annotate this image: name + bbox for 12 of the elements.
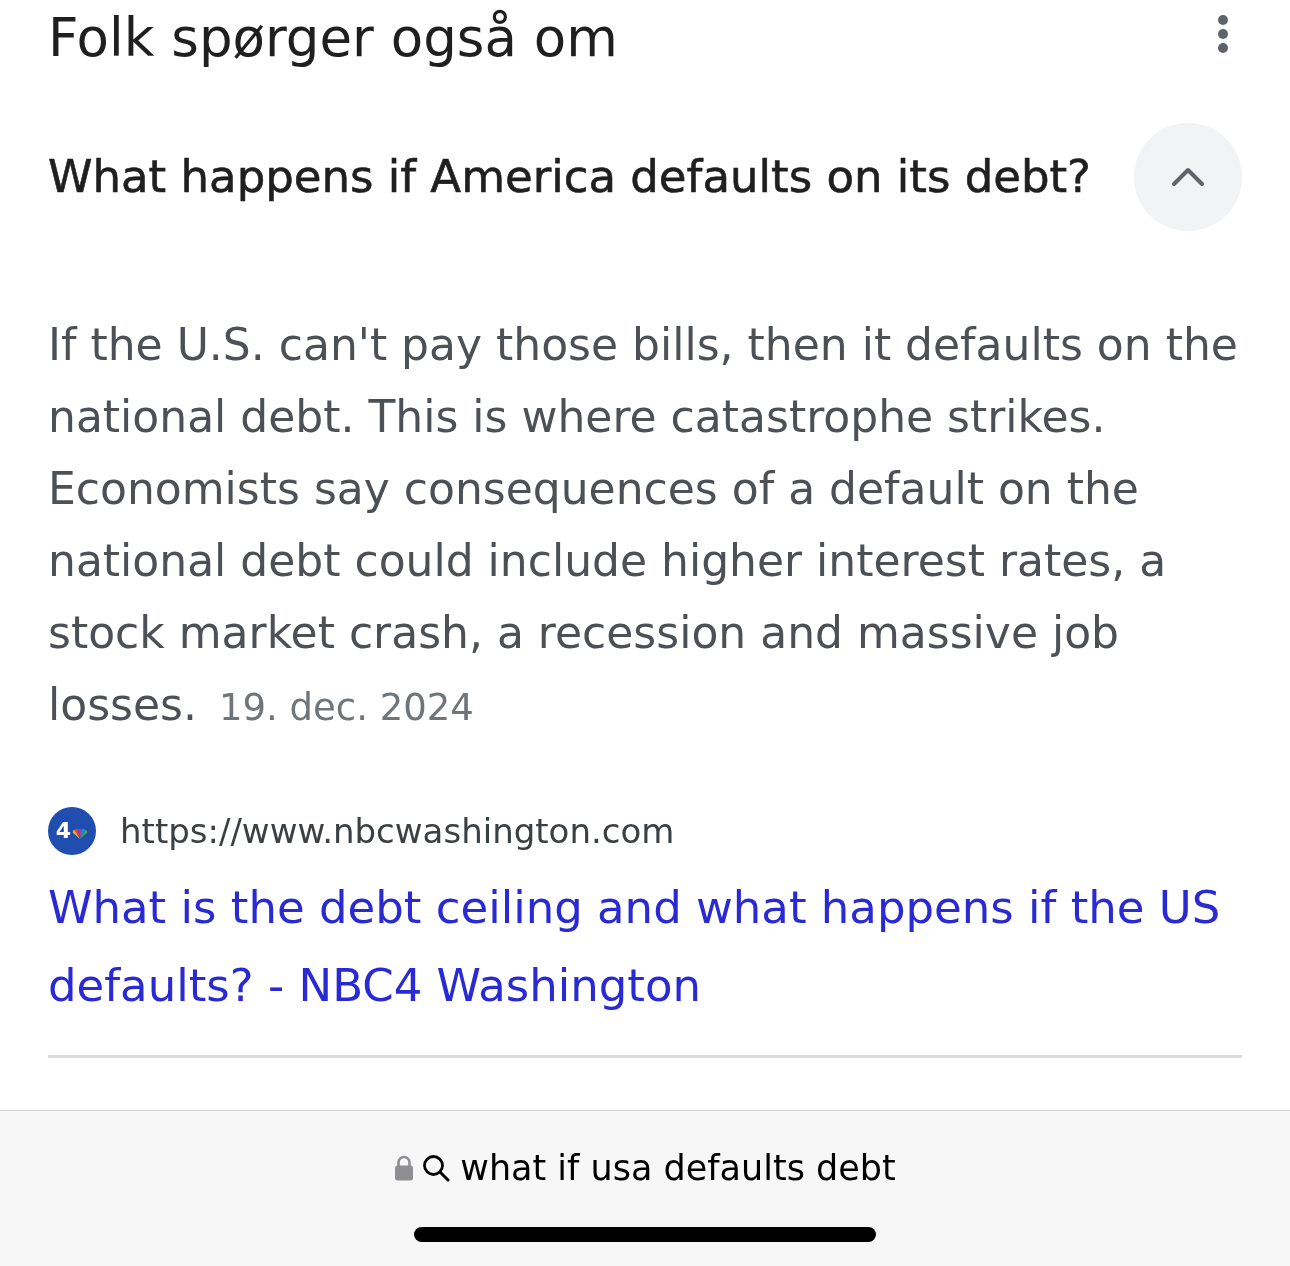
result-link[interactable]: What is the debt ceiling and what happens if the US defaults? - NBC4 Washington: [48, 869, 1242, 1025]
answer-text: If the U.S. can't pay those bills, then it defaults on the national debt. This is where catastrophe strikes. Economists say consequences of a default on the national debt could include higher interest rates, a stock market crash, a recession and massive job losses. 19. dec. 2024: [48, 318, 1239, 732]
favicon-number: 4: [55, 820, 72, 842]
chevron-up-icon: [1171, 167, 1205, 187]
search-icon: [422, 1154, 451, 1182]
peacock-icon: [72, 829, 89, 839]
more-options-icon[interactable]: [1218, 15, 1228, 53]
source-url[interactable]: https://www.nbcwashington.com: [120, 809, 675, 853]
section-title: Folk spørger også om: [48, 6, 618, 70]
home-indicator[interactable]: [414, 1227, 876, 1242]
search-query[interactable]: what if usa defaults debt: [460, 1146, 896, 1190]
question-text[interactable]: What happens if America defaults on its debt?: [48, 149, 1091, 205]
